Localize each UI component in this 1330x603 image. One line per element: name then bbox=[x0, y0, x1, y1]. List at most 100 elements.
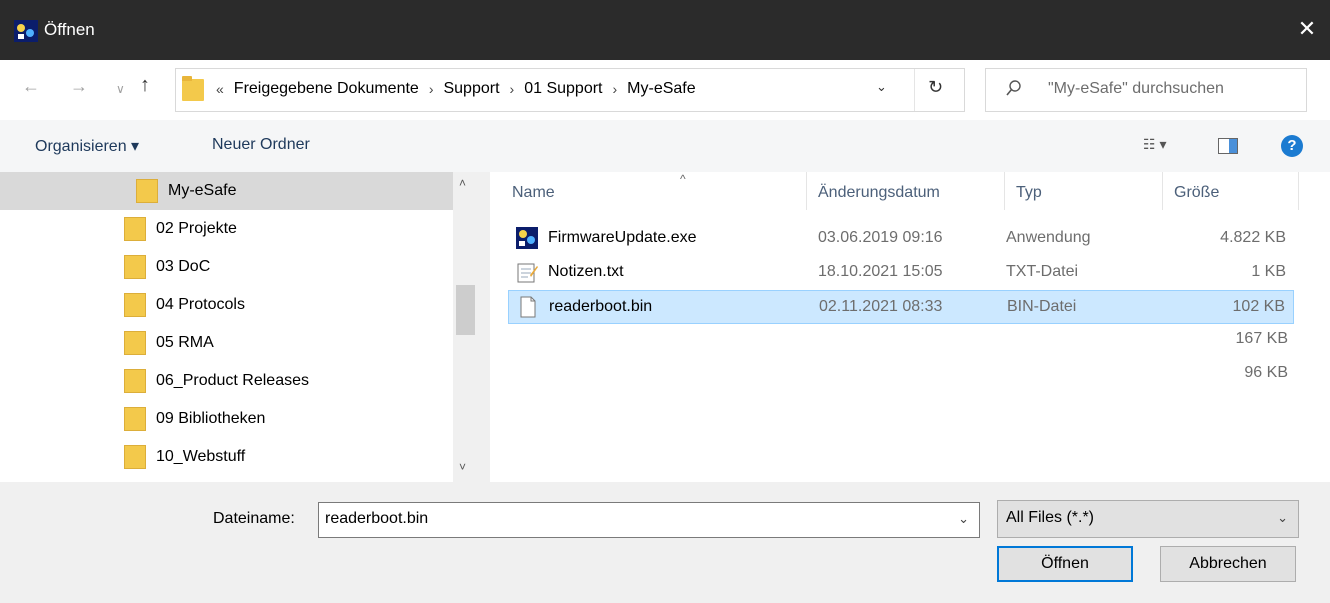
breadcrumb: « Freigegebene Dokumente › Support › 01 … bbox=[216, 80, 696, 98]
chevron-down-icon[interactable]: ⌄ bbox=[958, 511, 969, 527]
tree-item[interactable]: 05 RMA bbox=[124, 324, 214, 362]
app-icon bbox=[14, 20, 38, 42]
scroll-up-icon[interactable]: ˄ bbox=[459, 176, 466, 190]
back-button[interactable]: ← bbox=[22, 76, 40, 97]
tree-item-label: 03 DoC bbox=[156, 258, 211, 275]
file-row[interactable]: FirmwareUpdate.exe 03.06.2019 09:16 Anwe… bbox=[508, 222, 1294, 256]
chevron-right-icon[interactable]: › bbox=[510, 81, 515, 97]
cancel-button[interactable]: Abbrechen bbox=[1160, 546, 1296, 582]
file-size: 102 KB bbox=[1232, 298, 1285, 315]
folder-icon bbox=[124, 255, 146, 279]
file-list: ^ Name Änderungsdatum Typ Größe Firmware… bbox=[490, 172, 1330, 482]
tree-item-label: 05 RMA bbox=[156, 334, 214, 351]
forward-button[interactable]: → bbox=[70, 76, 88, 97]
file-date: 02.11.2021 08:33 bbox=[819, 298, 943, 315]
chevron-down-icon[interactable]: ⌄ bbox=[1277, 510, 1288, 526]
search-input[interactable]: "My-eSafe" durchsuchen bbox=[985, 68, 1307, 112]
column-header-date[interactable]: Änderungsdatum bbox=[818, 184, 940, 202]
folder-icon bbox=[124, 445, 146, 469]
navigation-bar: ← → ∨ ↑ « Freigegebene Dokumente › Suppo… bbox=[0, 60, 1330, 120]
breadcrumb-item[interactable]: Support bbox=[443, 80, 499, 98]
filename-field[interactable]: readerboot.bin ⌄ bbox=[318, 502, 980, 538]
navigation-pane: My-eSafe 02 Projekte 03 DoC 04 Protocols… bbox=[0, 172, 478, 482]
tree-item-label: My-eSafe bbox=[168, 182, 237, 199]
organize-button[interactable]: Organisieren ▾ bbox=[35, 136, 139, 156]
divider bbox=[914, 69, 915, 111]
folder-icon bbox=[124, 369, 146, 393]
folder-icon bbox=[124, 217, 146, 241]
file-type-select[interactable]: All Files (*.*) ⌄ bbox=[997, 500, 1299, 538]
column-divider[interactable] bbox=[806, 172, 807, 210]
search-icon bbox=[1006, 80, 1021, 96]
blank-file-icon bbox=[520, 296, 536, 318]
filename-value: readerboot.bin bbox=[325, 510, 429, 527]
breadcrumb-overflow[interactable]: « bbox=[216, 81, 224, 97]
file-type-value: All Files (*.*) bbox=[1006, 509, 1095, 526]
tree-item-my-esafe[interactable]: My-eSafe bbox=[0, 172, 453, 210]
folder-icon bbox=[124, 331, 146, 355]
file-row[interactable]: Notizen.txt 18.10.2021 15:05 TXT-Datei 1… bbox=[508, 256, 1294, 290]
tree-item[interactable]: 09 Bibliotheken bbox=[124, 400, 265, 438]
column-divider[interactable] bbox=[1298, 172, 1299, 210]
file-size: 4.822 KB bbox=[1220, 229, 1286, 246]
folder-icon bbox=[136, 179, 158, 203]
folder-icon bbox=[124, 407, 146, 431]
close-button[interactable]: ✕ bbox=[1284, 0, 1330, 60]
scrollbar-thumb[interactable] bbox=[456, 285, 475, 335]
breadcrumb-item[interactable]: My-eSafe bbox=[627, 80, 695, 98]
open-button[interactable]: Öffnen bbox=[997, 546, 1133, 582]
file-date: 18.10.2021 15:05 bbox=[818, 263, 943, 280]
breadcrumb-item[interactable]: Freigegebene Dokumente bbox=[234, 80, 419, 98]
scrollbar[interactable]: ˄ ˅ bbox=[453, 172, 478, 482]
sort-ascending-icon: ^ bbox=[680, 172, 686, 186]
new-folder-button[interactable]: Neuer Ordner bbox=[212, 136, 310, 154]
file-type: TXT-Datei bbox=[1006, 263, 1079, 280]
view-options-button[interactable]: ☷ ▾ bbox=[1143, 136, 1166, 153]
chevron-down-icon[interactable]: ⌄ bbox=[876, 79, 887, 95]
up-button[interactable]: ↑ bbox=[140, 74, 150, 97]
file-name: Notizen.txt bbox=[548, 263, 624, 280]
scroll-down-icon[interactable]: ˅ bbox=[459, 460, 466, 474]
window-title: Öffnen bbox=[44, 20, 95, 39]
column-divider[interactable] bbox=[1004, 172, 1005, 210]
filename-label: Dateiname: bbox=[213, 510, 295, 527]
folder-icon bbox=[182, 76, 204, 101]
file-size: 96 KB bbox=[1244, 364, 1288, 381]
tree-item[interactable]: 10_Webstuff bbox=[124, 438, 245, 476]
file-name: FirmwareUpdate.exe bbox=[548, 229, 697, 246]
chevron-right-icon[interactable]: › bbox=[612, 81, 617, 97]
command-toolbar: Organisieren ▾ Neuer Ordner ☷ ▾ ? bbox=[0, 120, 1330, 172]
tree-item-label: 04 Protocols bbox=[156, 296, 245, 313]
column-divider[interactable] bbox=[1162, 172, 1163, 210]
file-size: 167 KB bbox=[1235, 330, 1288, 347]
address-bar[interactable]: « Freigegebene Dokumente › Support › 01 … bbox=[175, 68, 965, 112]
preview-pane-icon[interactable] bbox=[1218, 138, 1238, 154]
tree-item-label: 09 Bibliotheken bbox=[156, 410, 266, 427]
title-bar: Öffnen ✕ bbox=[0, 0, 1330, 60]
chevron-right-icon[interactable]: › bbox=[429, 81, 434, 97]
tree-item-label: 02 Projekte bbox=[156, 220, 237, 237]
dialog-footer: Dateiname: readerboot.bin ⌄ All Files (*… bbox=[0, 482, 1330, 603]
recent-locations-button[interactable]: ∨ bbox=[116, 82, 125, 96]
file-date: 03.06.2019 09:16 bbox=[818, 229, 943, 246]
tree-item[interactable]: 03 DoC bbox=[124, 248, 210, 286]
notepad-icon bbox=[517, 263, 538, 283]
file-type: Anwendung bbox=[1006, 229, 1091, 246]
tree-item-label: 10_Webstuff bbox=[156, 448, 246, 465]
file-name: readerboot.bin bbox=[549, 298, 653, 315]
folder-icon bbox=[124, 293, 146, 317]
breadcrumb-item[interactable]: 01 Support bbox=[524, 80, 602, 98]
file-row-selected[interactable]: readerboot.bin 02.11.2021 08:33 BIN-Date… bbox=[508, 290, 1294, 324]
file-type: BIN-Datei bbox=[1007, 298, 1077, 315]
refresh-button[interactable]: ↻ bbox=[928, 77, 943, 98]
help-button[interactable]: ? bbox=[1281, 135, 1303, 157]
tree-item[interactable]: 04 Protocols bbox=[124, 286, 245, 324]
column-header-size[interactable]: Größe bbox=[1174, 184, 1219, 202]
tree-item[interactable]: 02 Projekte bbox=[124, 210, 237, 248]
search-placeholder: "My-eSafe" durchsuchen bbox=[1048, 80, 1224, 97]
tree-item[interactable]: 06_Product Releases bbox=[124, 362, 309, 400]
column-header-name[interactable]: Name bbox=[512, 184, 555, 202]
column-header-type[interactable]: Typ bbox=[1016, 184, 1042, 202]
file-size: 1 KB bbox=[1251, 263, 1286, 280]
tree-item-label: 06_Product Releases bbox=[156, 372, 309, 389]
